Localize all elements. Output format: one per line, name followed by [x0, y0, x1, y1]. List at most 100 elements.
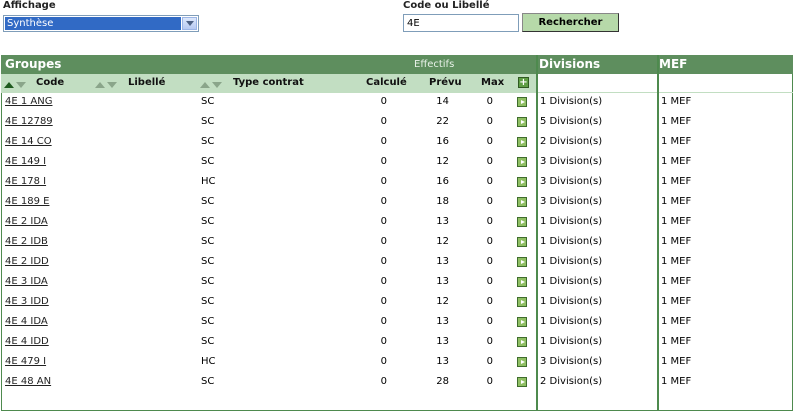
divisions-title: Divisions — [539, 57, 601, 71]
row-divisions: 1 Division(s) — [540, 336, 603, 347]
row-code-link[interactable]: 4E 178 I — [5, 176, 46, 187]
affichage-select[interactable]: Synthèse — [3, 15, 199, 32]
row-code-link[interactable]: 4E 189 E — [5, 196, 49, 207]
row-type-contrat: SC — [201, 136, 215, 147]
row-code-link[interactable]: 4E 479 I — [5, 356, 46, 367]
row-mef: 1 MEF — [661, 336, 692, 347]
row-mef: 1 MEF — [661, 116, 692, 127]
row-divisions: 3 Division(s) — [540, 356, 603, 367]
row-max: 0 — [486, 136, 493, 147]
row-expand-arrow-icon[interactable] — [517, 217, 527, 227]
sort-libelle-icon[interactable] — [95, 82, 117, 89]
row-expand-arrow-icon[interactable] — [517, 297, 527, 307]
row-expand-arrow-icon[interactable] — [517, 237, 527, 247]
table-row: 4E 12789 SC 0 22 0 5 Division(s) 1 MEF — [2, 113, 793, 133]
row-divisions: 1 Division(s) — [540, 256, 603, 267]
row-code-link[interactable]: 4E 2 IDA — [5, 216, 48, 227]
row-mef: 1 MEF — [661, 176, 692, 187]
table-row: 4E 178 I HC 0 16 0 3 Division(s) 1 MEF — [2, 173, 793, 193]
row-expand-arrow-icon[interactable] — [517, 277, 527, 287]
row-expand-arrow-icon[interactable] — [517, 337, 527, 347]
table-row: 4E 3 IDD SC 0 12 0 1 Division(s) 1 MEF — [2, 293, 793, 313]
row-code-link[interactable]: 4E 12789 — [5, 116, 53, 127]
search-button[interactable]: Rechercher — [522, 13, 619, 32]
row-code-link[interactable]: 4E 3 IDA — [5, 276, 48, 287]
row-expand-arrow-icon[interactable] — [517, 257, 527, 267]
row-divisions: 1 Division(s) — [540, 96, 603, 107]
row-divisions: 5 Division(s) — [540, 116, 603, 127]
row-calcule: 0 — [380, 236, 387, 247]
row-expand-arrow-icon[interactable] — [517, 357, 527, 367]
row-mef: 1 MEF — [661, 196, 692, 207]
row-type-contrat: SC — [201, 236, 215, 247]
row-code-link[interactable]: 4E 4 IDD — [5, 336, 49, 347]
row-expand-arrow-icon[interactable] — [517, 137, 527, 147]
row-code-link[interactable]: 4E 14 CO — [5, 136, 52, 147]
row-expand-arrow-icon[interactable] — [517, 157, 527, 167]
col-code-header[interactable]: Code — [36, 77, 64, 88]
row-code-link[interactable]: 4E 1 ANG — [5, 96, 52, 107]
row-max: 0 — [486, 376, 493, 387]
row-code-link[interactable]: 4E 2 IDB — [5, 236, 48, 247]
row-divisions: 2 Division(s) — [540, 376, 603, 387]
row-mef: 1 MEF — [661, 216, 692, 227]
row-expand-arrow-icon[interactable] — [517, 177, 527, 187]
table-row: 4E 4 IDA SC 0 13 0 1 Division(s) 1 MEF — [2, 313, 793, 333]
row-type-contrat: HC — [201, 176, 216, 187]
col-calcule-header: Calculé — [366, 77, 407, 88]
affichage-selected-value: Synthèse — [5, 17, 181, 30]
search-input[interactable] — [403, 14, 519, 32]
row-calcule: 0 — [380, 156, 387, 167]
row-max: 0 — [486, 156, 493, 167]
row-type-contrat: SC — [201, 256, 215, 267]
row-type-contrat: SC — [201, 296, 215, 307]
row-code-link[interactable]: 4E 48 AN — [5, 376, 51, 387]
row-prevu: 13 — [436, 336, 449, 347]
table-row: 4E 48 AN SC 0 28 0 2 Division(s) 1 MEF — [2, 373, 793, 393]
row-calcule: 0 — [380, 356, 387, 367]
row-code-link[interactable]: 4E 149 I — [5, 156, 46, 167]
row-calcule: 0 — [380, 376, 387, 387]
table-row: 4E 2 IDB SC 0 12 0 1 Division(s) 1 MEF — [2, 233, 793, 253]
row-prevu: 13 — [436, 256, 449, 267]
row-mef: 1 MEF — [661, 296, 692, 307]
expand-all-icon[interactable]: + — [518, 77, 529, 88]
row-divisions: 1 Division(s) — [540, 236, 603, 247]
sort-code-icon[interactable] — [4, 82, 26, 89]
row-mef: 1 MEF — [661, 96, 692, 107]
row-calcule: 0 — [380, 176, 387, 187]
row-type-contrat: SC — [201, 96, 215, 107]
row-type-contrat: SC — [201, 276, 215, 287]
dropdown-arrow-icon[interactable] — [182, 17, 197, 30]
row-expand-arrow-icon[interactable] — [517, 117, 527, 127]
col-max-header: Max — [481, 77, 505, 88]
row-calcule: 0 — [380, 136, 387, 147]
column-header-spacer — [538, 74, 793, 93]
col-libelle-header[interactable]: Libellé — [128, 77, 165, 88]
row-code-link[interactable]: 4E 3 IDD — [5, 296, 49, 307]
table-row: 4E 3 IDA SC 0 13 0 1 Division(s) 1 MEF — [2, 273, 793, 293]
row-mef: 1 MEF — [661, 256, 692, 267]
sort-type-icon[interactable] — [200, 82, 222, 89]
row-prevu: 16 — [436, 136, 449, 147]
row-code-link[interactable]: 4E 4 IDA — [5, 316, 48, 327]
row-expand-arrow-icon[interactable] — [517, 317, 527, 327]
col-type-header[interactable]: Type contrat — [233, 77, 304, 88]
row-expand-arrow-icon[interactable] — [517, 377, 527, 387]
table-row: 4E 2 IDD SC 0 13 0 1 Division(s) 1 MEF — [2, 253, 793, 273]
table-row: 4E 2 IDA SC 0 13 0 1 Division(s) 1 MEF — [2, 213, 793, 233]
row-calcule: 0 — [380, 316, 387, 327]
row-max: 0 — [486, 196, 493, 207]
row-calcule: 0 — [380, 96, 387, 107]
row-prevu: 14 — [436, 96, 449, 107]
row-code-link[interactable]: 4E 2 IDD — [5, 256, 49, 267]
row-type-contrat: HC — [201, 356, 216, 367]
row-max: 0 — [486, 116, 493, 127]
mef-title: MEF — [659, 57, 688, 71]
table-row: 4E 14 CO SC 0 16 0 2 Division(s) 1 MEF — [2, 133, 793, 153]
row-expand-arrow-icon[interactable] — [517, 197, 527, 207]
row-expand-arrow-icon[interactable] — [517, 97, 527, 107]
row-calcule: 0 — [380, 196, 387, 207]
row-divisions: 3 Division(s) — [540, 196, 603, 207]
row-max: 0 — [486, 236, 493, 247]
